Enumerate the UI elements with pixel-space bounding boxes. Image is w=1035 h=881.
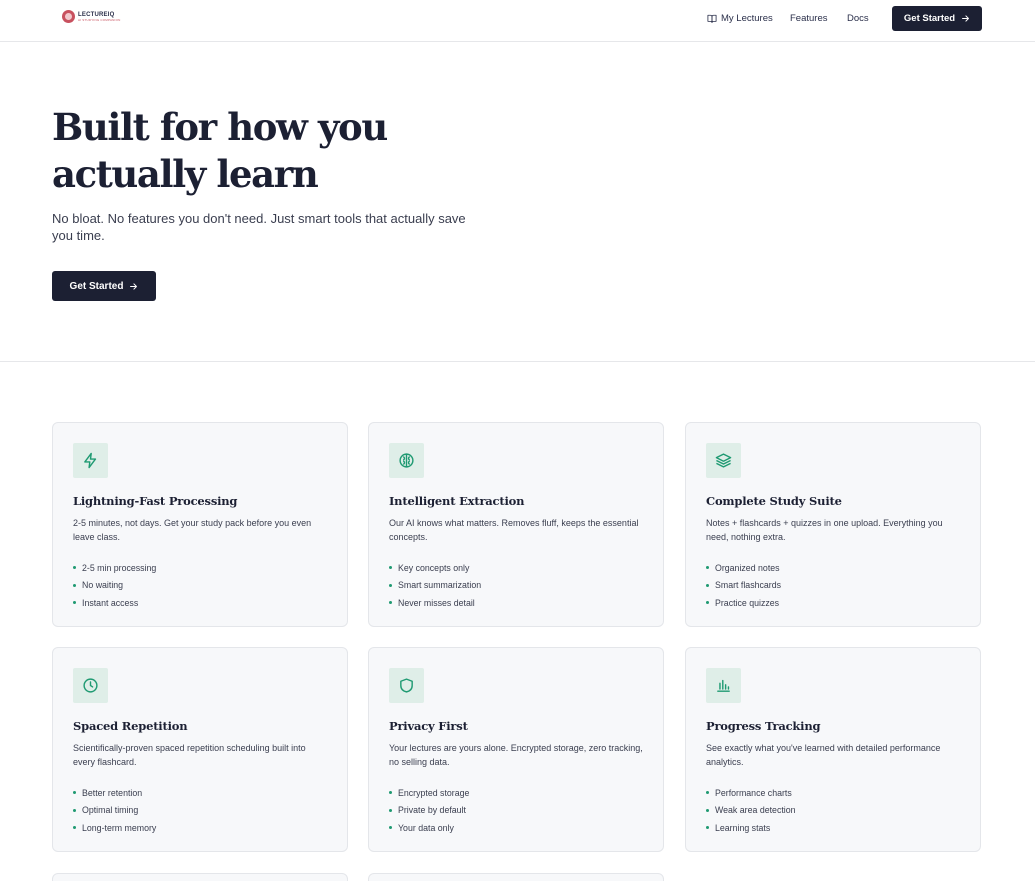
bullet-dot-icon xyxy=(73,601,76,605)
shield-icon xyxy=(400,678,413,693)
feature-card: Complete Study Suite Notes + flashcards … xyxy=(685,422,981,627)
feature-bullets: Key concepts only Smart summarization Ne… xyxy=(389,559,481,612)
feature-card: Spaced Repetition Scientifically-proven … xyxy=(52,647,348,852)
list-item: Weak area detection xyxy=(706,802,796,820)
hero-get-started-button[interactable]: Get Started xyxy=(52,271,156,301)
brain-icon xyxy=(399,453,414,468)
feature-card: Lightning-Fast Processing 2-5 minutes, n… xyxy=(52,422,348,627)
nav-link-docs[interactable]: Docs xyxy=(847,13,869,24)
bullet-dot-icon xyxy=(73,826,76,830)
feature-description: See exactly what you've learned with det… xyxy=(706,743,941,767)
bullet-dot-icon xyxy=(706,791,709,795)
bullet-dot-icon xyxy=(73,583,76,587)
feature-description: Your lectures are yours alone. Encrypted… xyxy=(389,743,643,767)
list-item: Organized notes xyxy=(706,559,781,577)
book-open-icon xyxy=(707,14,717,23)
layers-icon xyxy=(715,453,732,468)
bullet-dot-icon xyxy=(389,808,392,812)
list-item: Private by default xyxy=(389,802,469,820)
hero-title: Built for how you actually learn xyxy=(52,105,388,196)
feature-bullets: Better retention Optimal timing Long-ter… xyxy=(73,784,156,837)
nav-link-label: My Lectures xyxy=(721,13,773,24)
feature-description: Notes + flashcards + quizzes in one uplo… xyxy=(706,518,943,542)
feature-description: Scientifically-proven spaced repetition … xyxy=(73,743,306,767)
brand-tagline: AI STUDYING COMPANION xyxy=(78,17,121,22)
lightning-icon xyxy=(84,452,97,469)
bullet-dot-icon xyxy=(389,791,392,795)
brand-name: LECTUREIQ xyxy=(78,11,115,18)
list-item: Smart summarization xyxy=(389,577,481,595)
feature-title: Spaced Repetition xyxy=(73,719,188,733)
list-item: Your data only xyxy=(389,819,469,837)
bullet-dot-icon xyxy=(706,601,709,605)
feature-card: Privacy First Your lectures are yours al… xyxy=(368,647,664,852)
bullet-dot-icon xyxy=(389,826,392,830)
feature-title: Progress Tracking xyxy=(706,719,821,733)
brand-logo[interactable]: LECTUREIQ AI STUDYING COMPANION xyxy=(62,10,120,23)
list-item: Better retention xyxy=(73,784,156,802)
list-item: Encrypted storage xyxy=(389,784,469,802)
list-item: Smart flashcards xyxy=(706,577,781,595)
feature-description: Our AI knows what matters. Removes fluff… xyxy=(389,518,639,542)
feature-card: Progress Tracking See exactly what you'v… xyxy=(685,647,981,852)
bar-chart-icon xyxy=(717,679,730,692)
feature-bullets: Organized notes Smart flashcards Practic… xyxy=(706,559,781,612)
feature-card: Intelligent Extraction Our AI knows what… xyxy=(368,422,664,627)
bullet-dot-icon xyxy=(73,791,76,795)
list-item: Performance charts xyxy=(706,784,796,802)
bullet-dot-icon xyxy=(73,808,76,812)
bullet-dot-icon xyxy=(706,808,709,812)
list-item: 2-5 min processing xyxy=(73,559,156,577)
list-item: Key concepts only xyxy=(389,559,481,577)
bullet-dot-icon xyxy=(389,583,392,587)
bullet-dot-icon xyxy=(706,826,709,830)
list-item: Optimal timing xyxy=(73,802,156,820)
feature-title: Lightning-Fast Processing xyxy=(73,494,238,508)
bullet-dot-icon xyxy=(389,601,392,605)
arrow-right-icon xyxy=(130,282,138,290)
feature-description: 2-5 minutes, not days. Get your study pa… xyxy=(73,518,312,542)
logo-mark-icon xyxy=(62,10,75,23)
feature-bullets: Encrypted storage Private by default You… xyxy=(389,784,469,837)
feature-title: Privacy First xyxy=(389,719,468,733)
feature-card-partial xyxy=(52,873,348,881)
clock-icon xyxy=(83,678,98,693)
feature-title: Intelligent Extraction xyxy=(389,494,525,508)
hero-subtitle: No bloat. No features you don't need. Ju… xyxy=(52,211,466,243)
section-divider xyxy=(0,361,1035,362)
button-label: Get Started xyxy=(903,13,956,24)
bullet-dot-icon xyxy=(706,566,709,570)
list-item: Practice quizzes xyxy=(706,594,781,612)
list-item: Learning stats xyxy=(706,819,796,837)
feature-bullets: Performance charts Weak area detection L… xyxy=(706,784,796,837)
feature-card-partial xyxy=(368,873,664,881)
feature-title: Complete Study Suite xyxy=(706,494,842,508)
bullet-dot-icon xyxy=(73,566,76,570)
button-label: Get Started xyxy=(69,280,124,292)
nav-link-features[interactable]: Features xyxy=(790,13,828,24)
top-navbar: LECTUREIQ AI STUDYING COMPANION My Lectu… xyxy=(0,0,1035,42)
arrow-right-icon xyxy=(962,15,970,22)
bullet-dot-icon xyxy=(389,566,392,570)
list-item: Long-term memory xyxy=(73,819,156,837)
feature-bullets: 2-5 min processing No waiting Instant ac… xyxy=(73,559,156,612)
nav-link-my-lectures[interactable]: My Lectures xyxy=(707,13,773,24)
bullet-dot-icon xyxy=(706,583,709,587)
list-item: Instant access xyxy=(73,594,156,612)
nav-get-started-button[interactable]: Get Started xyxy=(892,6,982,31)
list-item: Never misses detail xyxy=(389,594,481,612)
list-item: No waiting xyxy=(73,577,156,595)
